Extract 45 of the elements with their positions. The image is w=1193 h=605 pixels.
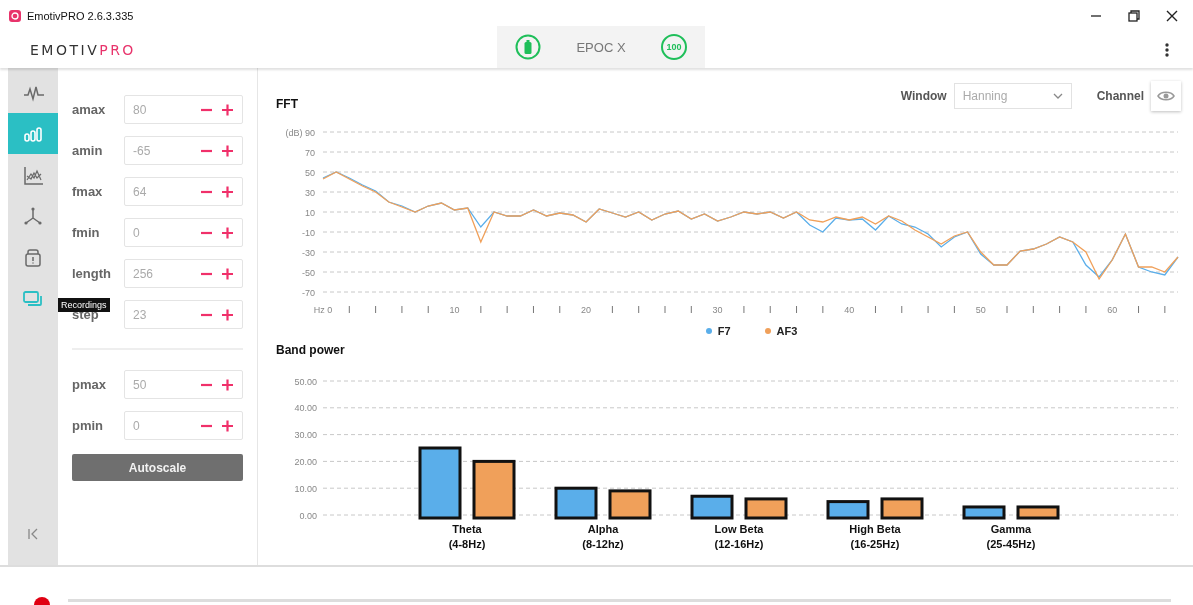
y-tick-label: 10.00	[294, 483, 317, 494]
y-tick-label: 50.00	[294, 376, 317, 387]
y-tick-label: 30	[305, 187, 315, 198]
x-tick-label: Hz 0	[313, 305, 333, 315]
y-tick-label: 70	[305, 147, 315, 158]
logo: EMOTIV PRO	[29, 41, 137, 60]
x-tick-label: 50	[975, 305, 986, 315]
signal-badge: 100	[661, 34, 687, 60]
channel-label: Channel	[1096, 89, 1144, 103]
y-tick-label: (dB) 90	[285, 127, 315, 138]
x-tick-label: 10	[449, 305, 460, 315]
x-tick-label: 60	[1107, 305, 1118, 315]
y-tick-label: -10	[302, 227, 315, 238]
y-tick-label: -50	[302, 267, 315, 278]
chart-title: FFT	[276, 96, 298, 111]
setting-label: amax	[72, 102, 107, 117]
setting-label: amin	[72, 143, 104, 158]
y-tick-label: -70	[302, 287, 315, 298]
chart-title: Band power	[276, 343, 346, 359]
setting-label: fmax	[72, 184, 104, 199]
category-label: Alpha (8-12hz)	[582, 523, 624, 550]
legend-label: AF3	[776, 325, 798, 337]
category-label: Theta (4-8Hz)	[448, 523, 486, 550]
y-tick-label: 20.00	[294, 456, 317, 467]
category-label: Low Beta (12-16Hz)	[714, 523, 764, 550]
y-tick-label: 50	[305, 167, 315, 178]
x-tick-label: 30	[712, 305, 723, 315]
device-name: EPOC X	[576, 39, 626, 55]
y-tick-label: 0.00	[299, 510, 317, 521]
category-label: High Beta (16-25Hz)	[849, 523, 901, 550]
x-tick-label: 40	[844, 305, 855, 315]
tooltip: Recordings	[58, 298, 110, 312]
window-title: EmotivPRO 2.6.3.335	[27, 10, 134, 22]
x-tick-label: 20	[581, 305, 592, 315]
setting-label: pmax	[72, 377, 107, 392]
setting-label: length	[72, 266, 112, 281]
y-tick-label: 40.00	[294, 403, 317, 414]
setting-label: fmin	[72, 225, 101, 240]
window-label: Window	[900, 89, 947, 103]
category-label: Gamma (25-45Hz)	[986, 523, 1036, 550]
y-tick-label: -30	[302, 247, 315, 258]
y-tick-label: 30.00	[294, 430, 317, 441]
setting-label: pmin	[72, 418, 105, 433]
y-tick-label: 10	[305, 207, 315, 218]
legend-label: F7	[717, 325, 731, 337]
